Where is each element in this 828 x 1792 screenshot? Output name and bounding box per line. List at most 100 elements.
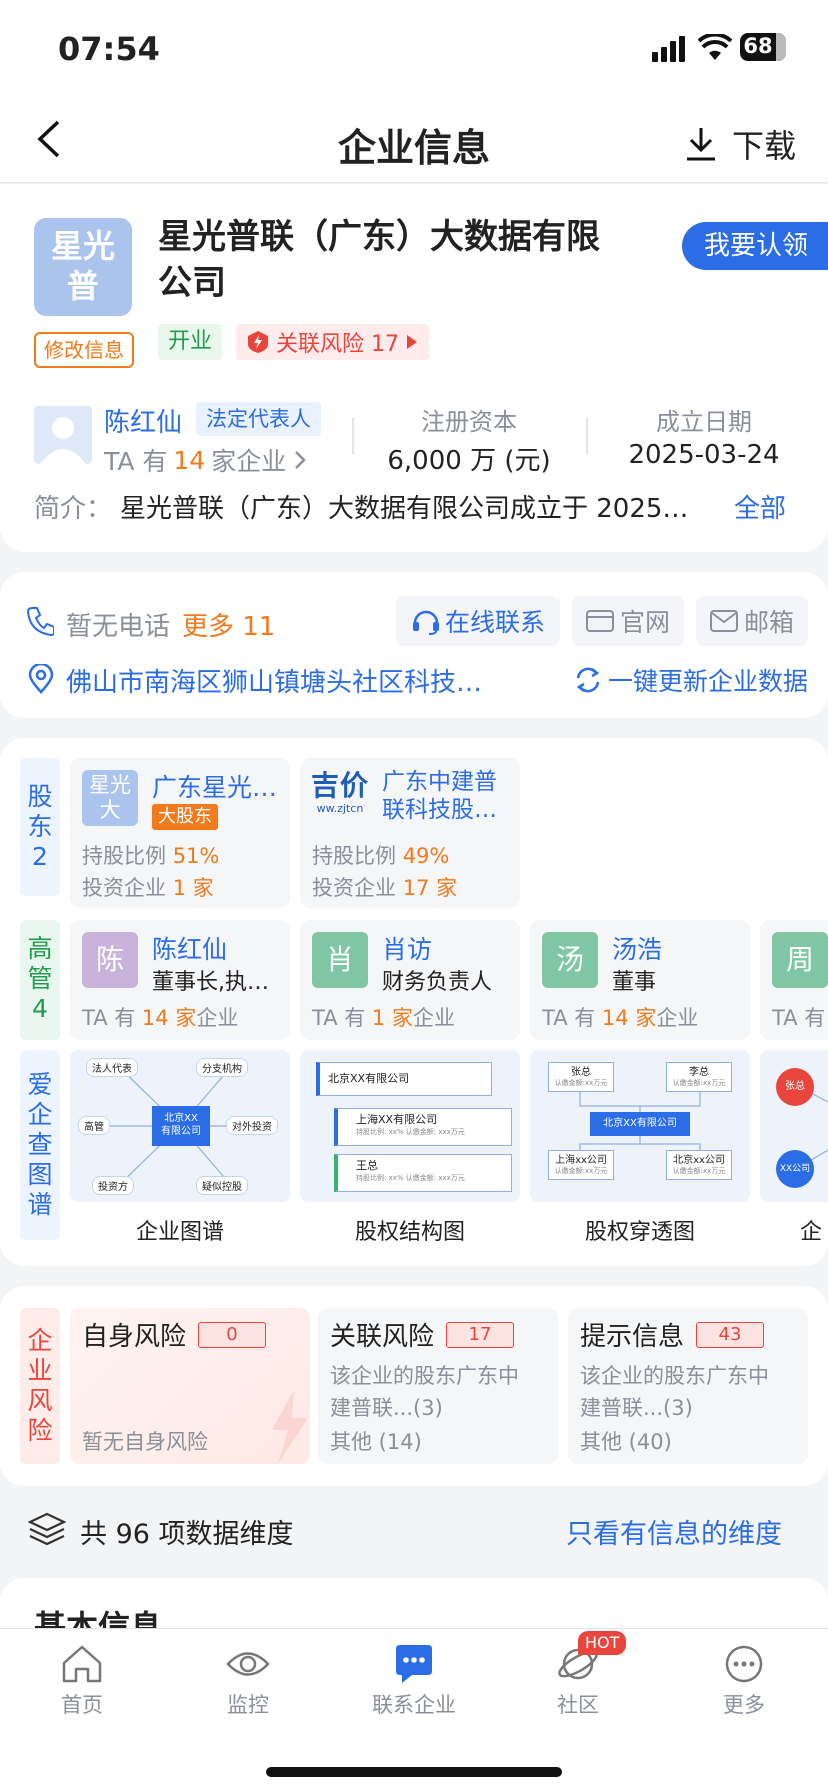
found-date-value: 2025-03-24 [628, 440, 780, 470]
more-icon [725, 1645, 763, 1683]
address-link[interactable]: 佛山市南海区狮山镇塘头社区科技… [66, 662, 482, 699]
location-icon [28, 664, 54, 694]
shareholder-invest: 投资企业 1 家 [82, 876, 214, 900]
company-name: 星光普联（广东）大数据有限公司 [158, 217, 600, 303]
executive-name: 陈红仙 [152, 935, 228, 964]
company-header: 星光 普 修改信息 星光普联（广东）大数据有限公司 我要认领 开业 关联风险 1… [0, 184, 828, 552]
found-date-label: 成立日期 [656, 408, 752, 436]
executive-name: 汤浩 [612, 935, 663, 964]
tab-bar: 首页 监控 联系企业 社区 HOT 更多 [0, 1628, 828, 1792]
triangle-right-icon [407, 335, 417, 349]
phone-text: 暂无电话 [66, 612, 171, 642]
status-bar: 07:54 68 [0, 0, 828, 95]
refresh-icon [574, 666, 602, 694]
legal-rep-companies[interactable]: TA 有 14 家企业 [104, 442, 306, 478]
risk-count-badge: 0 [198, 1322, 266, 1348]
graph-center-node: 北京XX 有限公司 [152, 1106, 210, 1146]
shareholder-card[interactable]: 吉价 ww.zjtcn 广东中建普联科技股… 持股比例 49% 投资企业 17 … [300, 758, 520, 908]
shareholder-name: 广东中建普联科技股… [382, 769, 497, 823]
tab-contact-company[interactable]: 联系企业 [362, 1643, 466, 1719]
contact-card: 暂无电话 更多 11 在线联系 官网 邮箱 佛山市南海区狮山镇塘头社区科技… 一… [0, 572, 828, 718]
shareholder-invest: 投资企业 17 家 [312, 876, 458, 900]
executive-title: 财务负责人 [382, 970, 493, 995]
browser-icon [585, 609, 614, 633]
phone-more-link[interactable]: 更多 11 [182, 606, 275, 643]
notice-info-card[interactable]: 提示信息 43 该企业的股东广东中 建普联...(3) 其他 (40) [568, 1308, 808, 1464]
legal-rep-name[interactable]: 陈红仙 [104, 402, 182, 439]
executive-title: 董事 [612, 970, 657, 995]
enterprise-graph-thumb[interactable]: 北京XX 有限公司 法人代表 分支机构 高管 对外投资 投资方 疑似控股 [70, 1050, 290, 1202]
battery-icon: 68 [740, 33, 786, 61]
intro-more-link[interactable]: 全部 [734, 488, 786, 525]
executive-companies: TA 有 [772, 1006, 826, 1030]
layers-icon [28, 1512, 66, 1546]
reg-capital-value: 6,000 万 (元) [387, 446, 551, 476]
major-shareholder-badge: 大股东 [152, 804, 218, 830]
graph-label[interactable]: 股权穿透图 [530, 1214, 750, 1246]
risk-tag[interactable]: 关联风险 17 [236, 324, 429, 360]
tab-more[interactable]: 更多 [704, 1643, 784, 1719]
eye-icon [226, 1652, 270, 1676]
executive-avatar: 肖 [312, 932, 368, 988]
update-data-button[interactable]: 一键更新企业数据 [574, 662, 808, 698]
shareholder-ratio: 持股比例 49% [312, 844, 450, 868]
shareholder-logo: 星光 大 [82, 770, 138, 826]
executive-card[interactable]: 陈 陈红仙 董事长,执… TA 有 14 家企业 [70, 920, 290, 1040]
website-button[interactable]: 官网 [572, 596, 684, 646]
risk-card: 企 业 风 险 自身风险 0 暂无自身风险 关联风险 17 该企业的股东广东中 … [0, 1286, 828, 1486]
divider [352, 418, 354, 454]
executive-name: 肖访 [382, 935, 433, 964]
wifi-icon [698, 34, 732, 62]
lightning-icon [272, 1390, 308, 1464]
legal-rep-role: 法定代表人 [196, 402, 321, 436]
executive-card[interactable]: 肖 肖访 财务负责人 TA 有 1 家企业 [300, 920, 520, 1040]
tab-home[interactable]: 首页 [42, 1643, 122, 1719]
graph-thumb-partial[interactable]: 张总 XX公司 [760, 1050, 828, 1202]
online-contact-button[interactable]: 在线联系 [396, 596, 560, 646]
shareholder-card[interactable]: 星光 大 广东星光… 大股东 持股比例 51% 投资企业 1 家 [70, 758, 290, 908]
home-icon [62, 1645, 102, 1683]
graphs-side-label[interactable]: 爱 企 查 图 谱 [20, 1050, 60, 1240]
claim-button[interactable]: 我要认领 [682, 222, 828, 270]
lightning-icon [248, 331, 268, 353]
risk-tag-label: 关联风险 17 [276, 332, 399, 357]
risk-count-badge: 17 [446, 1322, 514, 1348]
tab-monitor[interactable]: 监控 [208, 1643, 288, 1719]
graph-label[interactable]: 企业图谱 [70, 1214, 290, 1246]
self-risk-card[interactable]: 自身风险 0 暂无自身风险 [70, 1308, 310, 1464]
edit-info-button[interactable]: 修改信息 [34, 332, 134, 368]
executive-companies: TA 有 14 家企业 [82, 1006, 239, 1030]
shareholders-side-label[interactable]: 股 东 2 [20, 758, 60, 896]
executive-avatar: 周 [772, 932, 828, 988]
reg-capital-label: 注册资本 [421, 408, 517, 436]
shareholder-ratio: 持股比例 51% [82, 844, 220, 868]
equity-penetration-thumb[interactable]: 张总 认缴金额:xx万元 李总 认缴金额:xx万元 北京XX有限公司 上海xx公司认… [530, 1050, 750, 1202]
graph-label[interactable]: 股权结构图 [300, 1214, 520, 1246]
download-button[interactable]: 下载 [684, 121, 796, 167]
download-icon [684, 126, 718, 162]
intro-label: 简介： [34, 494, 113, 524]
battery-level: 68 [743, 34, 773, 58]
equity-structure-thumb[interactable]: 北京XX有限公司 上海XX有限公司 持股比例: xx% 认缴金额: xxx万元 … [300, 1050, 520, 1202]
executive-companies: TA 有 1 家企业 [312, 1006, 455, 1030]
executive-avatar: 汤 [542, 932, 598, 988]
home-indicator [266, 1767, 562, 1777]
status-tag: 开业 [158, 324, 222, 360]
shareholder-name: 广东星光… [152, 773, 278, 802]
executive-avatar: 陈 [82, 932, 138, 988]
risk-side-label[interactable]: 企 业 风 险 [20, 1308, 60, 1464]
nav-bar: 企业信息 下载 [0, 95, 828, 183]
headset-icon [411, 607, 441, 635]
download-label: 下载 [732, 127, 797, 165]
related-risk-card[interactable]: 关联风险 17 该企业的股东广东中 建普联...(3) 其他 (14) [318, 1308, 558, 1464]
signal-icon [652, 36, 688, 62]
intro-text: 星光普联（广东）大数据有限公司成立于 2025… [120, 494, 689, 524]
email-button[interactable]: 邮箱 [696, 596, 808, 646]
graph-label[interactable]: 企 [800, 1214, 822, 1246]
executive-card[interactable]: 汤 汤浩 董事 TA 有 14 家企业 [530, 920, 750, 1040]
status-time: 07:54 [58, 30, 160, 68]
executive-card[interactable]: 周 TA 有 [760, 920, 828, 1040]
dimensions-filter-link[interactable]: 只看有信息的维度 [566, 1512, 782, 1551]
executives-side-label[interactable]: 高 管 4 [20, 920, 60, 1040]
dimensions-count: 共 96 项数据维度 [80, 1519, 294, 1550]
